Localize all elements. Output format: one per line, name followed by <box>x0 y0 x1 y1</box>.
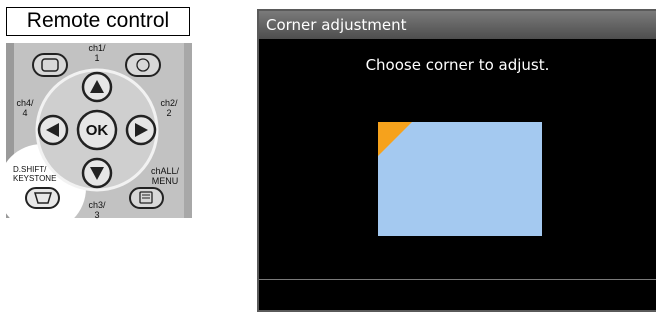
left-arrow-button[interactable] <box>37 114 69 146</box>
chall-menu-label: chALL/ MENU <box>150 166 180 186</box>
ch1-label: ch1/ 1 <box>88 43 106 63</box>
down-arrow-button[interactable] <box>81 157 113 189</box>
menu-header: Corner adjustment <box>259 11 656 39</box>
auto-set-button[interactable] <box>125 53 161 77</box>
remote-control-image: ch1/ 1 ch4/ 4 ch2/ 2 OK D.SHIFT/ KEYSTON… <box>6 43 192 218</box>
keystone-button[interactable] <box>25 187 60 209</box>
instruction-text: Choose corner to adjust. <box>365 56 550 74</box>
input-button[interactable] <box>32 53 68 77</box>
ok-label: OK <box>85 122 109 139</box>
footer-divider <box>259 279 656 280</box>
top-left-corner-marker[interactable] <box>378 122 412 156</box>
menu-button[interactable] <box>129 187 164 209</box>
ch3-label: ch3/ 3 <box>88 200 106 218</box>
ch2-label: ch2/ 2 <box>160 98 178 118</box>
ch4-label: ch4/ 4 <box>16 98 34 118</box>
remote-control-title: Remote control <box>6 7 190 36</box>
right-arrow-button[interactable] <box>125 114 157 146</box>
up-arrow-button[interactable] <box>81 71 113 103</box>
keystone-preview[interactable] <box>378 122 542 236</box>
dshift-keystone-label: D.SHIFT/ KEYSTONE <box>13 165 57 183</box>
projector-screen: Corner adjustment Choose corner to adjus… <box>257 9 656 312</box>
